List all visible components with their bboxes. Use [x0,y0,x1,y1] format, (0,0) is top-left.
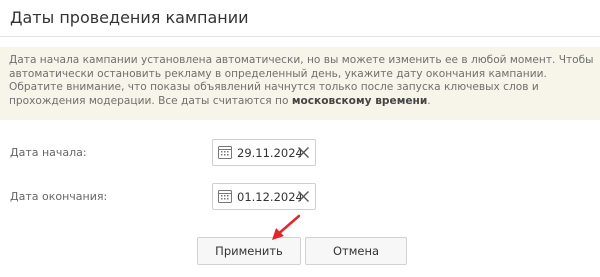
end-date-label: Дата окончания: [10,190,108,203]
page-title: Даты проведения кампании [10,8,249,27]
end-date-value[interactable]: 01.12.2024 [237,190,303,204]
divider [0,36,600,37]
start-date-field[interactable]: 29.11.2024 [212,139,316,166]
close-icon[interactable] [297,146,310,159]
cancel-button[interactable]: Отмена [305,237,407,265]
close-icon[interactable] [297,190,310,203]
notice-end: . [427,94,431,107]
info-notice: Дата начала кампании установлена автомат… [0,47,600,120]
end-date-field[interactable]: 01.12.2024 [212,183,316,210]
calendar-icon[interactable] [218,189,232,203]
calendar-icon[interactable] [218,145,232,159]
start-date-value[interactable]: 29.11.2024 [237,146,303,160]
start-date-label: Дата начала: [10,146,87,159]
notice-text: Дата начала кампании установлена автомат… [9,54,595,108]
notice-bold: московскому времени [291,94,428,107]
red-arrow-annotation [272,214,301,240]
